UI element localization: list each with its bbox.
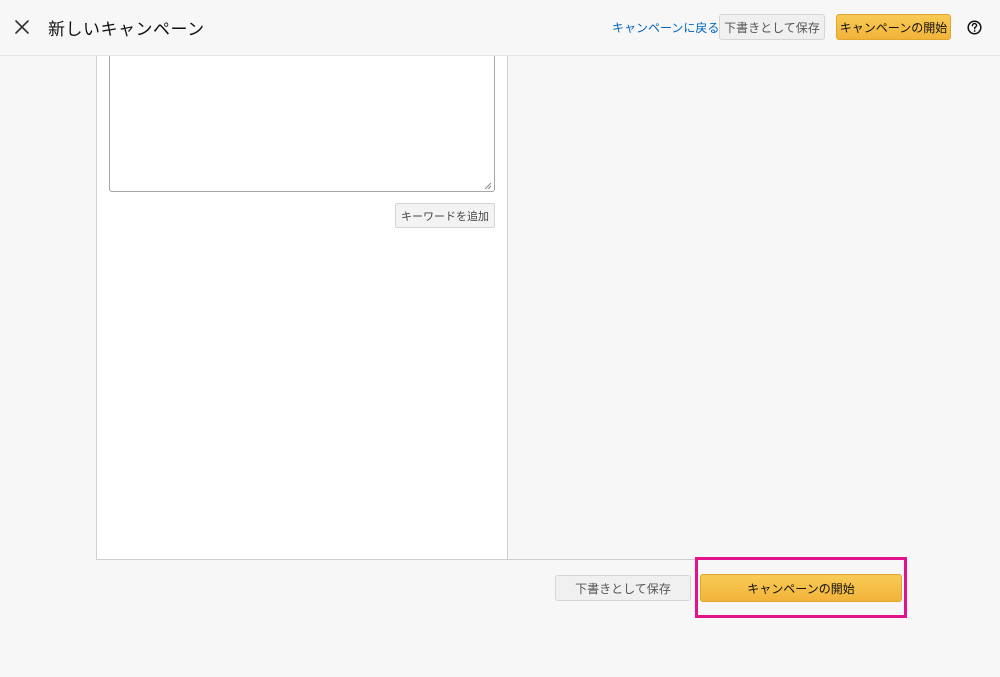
help-circle-icon[interactable]: [967, 20, 982, 35]
add-keyword-button[interactable]: キーワードを追加: [395, 203, 495, 228]
keyword-textarea[interactable]: [109, 56, 495, 192]
keyword-editor-panel: キーワードを追加: [96, 56, 902, 560]
footer-save-draft-button[interactable]: 下書きとして保存: [555, 575, 691, 601]
close-icon: [15, 20, 29, 34]
page-title: 新しいキャンペーン: [48, 20, 205, 40]
header-save-draft-button[interactable]: 下書きとして保存: [719, 14, 825, 40]
top-bar: 新しいキャンペーン キャンペーンに戻る 下書きとして保存 キャンペーンの開始: [0, 0, 1000, 56]
keyword-list-panel: [507, 56, 902, 559]
back-to-campaigns-link[interactable]: キャンペーンに戻る: [612, 19, 719, 36]
header-launch-campaign-button[interactable]: キャンペーンの開始: [836, 14, 951, 40]
footer-launch-campaign-button[interactable]: キャンペーンの開始: [700, 574, 902, 602]
close-button[interactable]: [12, 16, 32, 38]
